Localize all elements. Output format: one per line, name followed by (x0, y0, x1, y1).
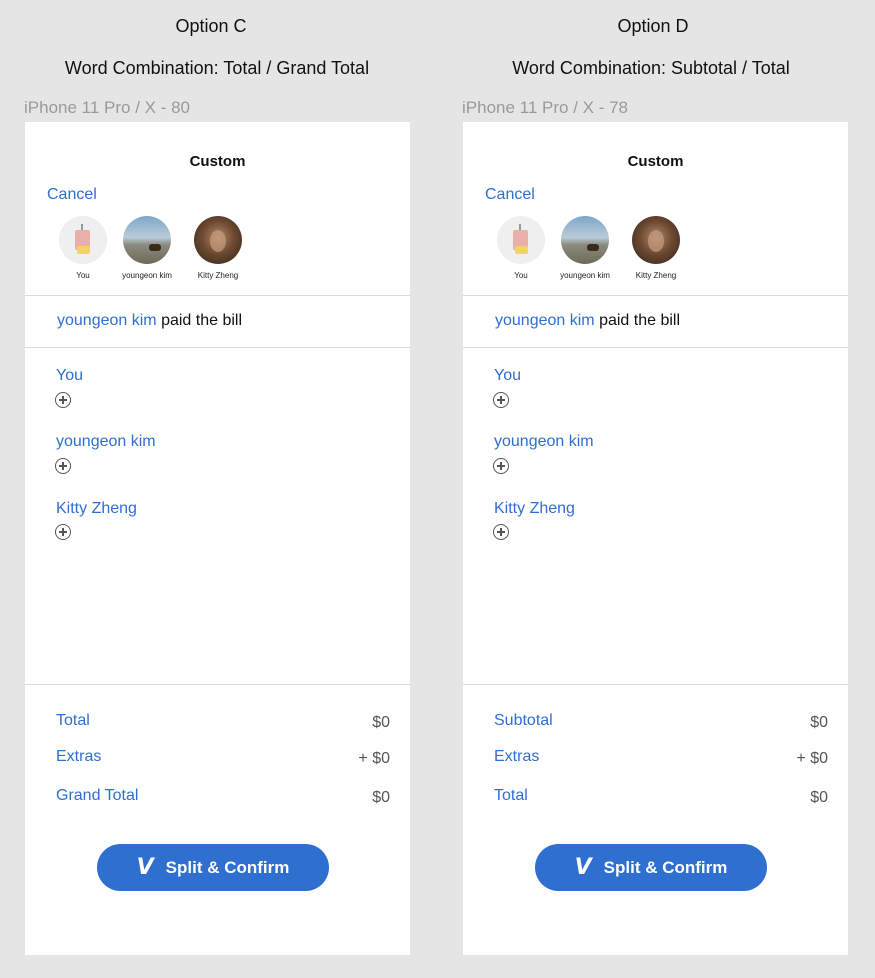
frame-label: iPhone 11 Pro / X - 80 (24, 98, 191, 117)
add-item-plus-icon[interactable] (55, 458, 71, 474)
summary-value: $0 (810, 714, 828, 731)
avatar-youngeon-icon (561, 216, 609, 264)
summary-value: + $0 (358, 750, 390, 767)
cancel-button[interactable]: Cancel (485, 186, 535, 204)
split-confirm-button[interactable]: V Split & Confirm (97, 844, 329, 891)
screen-title: Custom (627, 153, 684, 170)
avatar-name: You (514, 271, 528, 280)
person-label: You (56, 367, 83, 384)
summary-label: Extras (56, 748, 102, 765)
add-item-plus-icon[interactable] (493, 458, 509, 474)
avatar-name: youngeon kim (560, 271, 610, 280)
divider (463, 684, 848, 685)
payer-name[interactable]: youngeon kim (495, 312, 595, 329)
summary-value: $0 (810, 789, 828, 806)
divider (463, 295, 848, 296)
person-label: Kitty Zheng (56, 500, 137, 517)
avatar-name: Kitty Zheng (197, 271, 239, 280)
avatar-item-kitty[interactable]: Kitty Zheng (621, 216, 691, 280)
option-d-column: Option D Word Combination: Subtotal / To… (462, 0, 848, 978)
option-title: Option D (617, 16, 689, 36)
summary-value: $0 (372, 714, 390, 731)
option-c-column: Option C Word Combination: Total / Grand… (24, 0, 410, 978)
avatar-you-icon (59, 216, 107, 264)
button-label: Split & Confirm (603, 857, 728, 877)
summary-label: Extras (494, 748, 540, 765)
phone-screen: Custom Cancel You youngeon kim Kitty Zhe… (25, 122, 410, 955)
summary-label: Total (494, 787, 528, 804)
avatar-item-you[interactable]: You (486, 216, 556, 280)
payer-line[interactable]: youngeon kim paid the bill (57, 312, 242, 330)
summary-value: + $0 (796, 750, 828, 767)
add-item-plus-icon[interactable] (55, 392, 71, 408)
avatar-name: Kitty Zheng (635, 271, 677, 280)
avatar-item-you[interactable]: You (48, 216, 118, 280)
split-confirm-button[interactable]: V Split & Confirm (535, 844, 767, 891)
frame-label: iPhone 11 Pro / X - 78 (462, 98, 629, 117)
divider (463, 347, 848, 348)
payer-suffix: paid the bill (156, 312, 243, 329)
summary-value: $0 (372, 789, 390, 806)
add-item-plus-icon[interactable] (493, 392, 509, 408)
cancel-button[interactable]: Cancel (47, 186, 97, 204)
venmo-icon: V (574, 855, 592, 880)
add-item-plus-icon[interactable] (55, 524, 71, 540)
avatar-youngeon-icon (123, 216, 171, 264)
screen-title: Custom (189, 153, 246, 170)
avatar-kitty-icon (632, 216, 680, 264)
avatar-item-kitty[interactable]: Kitty Zheng (183, 216, 253, 280)
combination-title: Word Combination: Subtotal / Total (512, 58, 790, 78)
person-label: Kitty Zheng (494, 500, 575, 517)
avatar-name: You (76, 271, 90, 280)
divider (25, 347, 410, 348)
payer-name[interactable]: youngeon kim (57, 312, 157, 329)
button-label: Split & Confirm (165, 857, 290, 877)
avatar-you-icon (497, 216, 545, 264)
avatar-kitty-icon (194, 216, 242, 264)
avatar-name: youngeon kim (122, 271, 172, 280)
payer-line[interactable]: youngeon kim paid the bill (495, 312, 680, 330)
summary-label: Grand Total (56, 787, 139, 804)
phone-screen: Custom Cancel You youngeon kim Kitty Zhe… (463, 122, 848, 955)
payer-suffix: paid the bill (594, 312, 681, 329)
add-item-plus-icon[interactable] (493, 524, 509, 540)
venmo-icon: V (136, 855, 154, 880)
combination-title: Word Combination: Total / Grand Total (64, 58, 370, 78)
person-label: youngeon kim (56, 433, 156, 450)
person-label: youngeon kim (494, 433, 594, 450)
avatar-item-youngeon[interactable]: youngeon kim (550, 216, 620, 280)
divider (25, 295, 410, 296)
person-label: You (494, 367, 521, 384)
option-title: Option C (175, 16, 247, 36)
summary-label: Subtotal (494, 712, 553, 729)
avatar-item-youngeon[interactable]: youngeon kim (112, 216, 182, 280)
divider (25, 684, 410, 685)
summary-label: Total (56, 712, 90, 729)
